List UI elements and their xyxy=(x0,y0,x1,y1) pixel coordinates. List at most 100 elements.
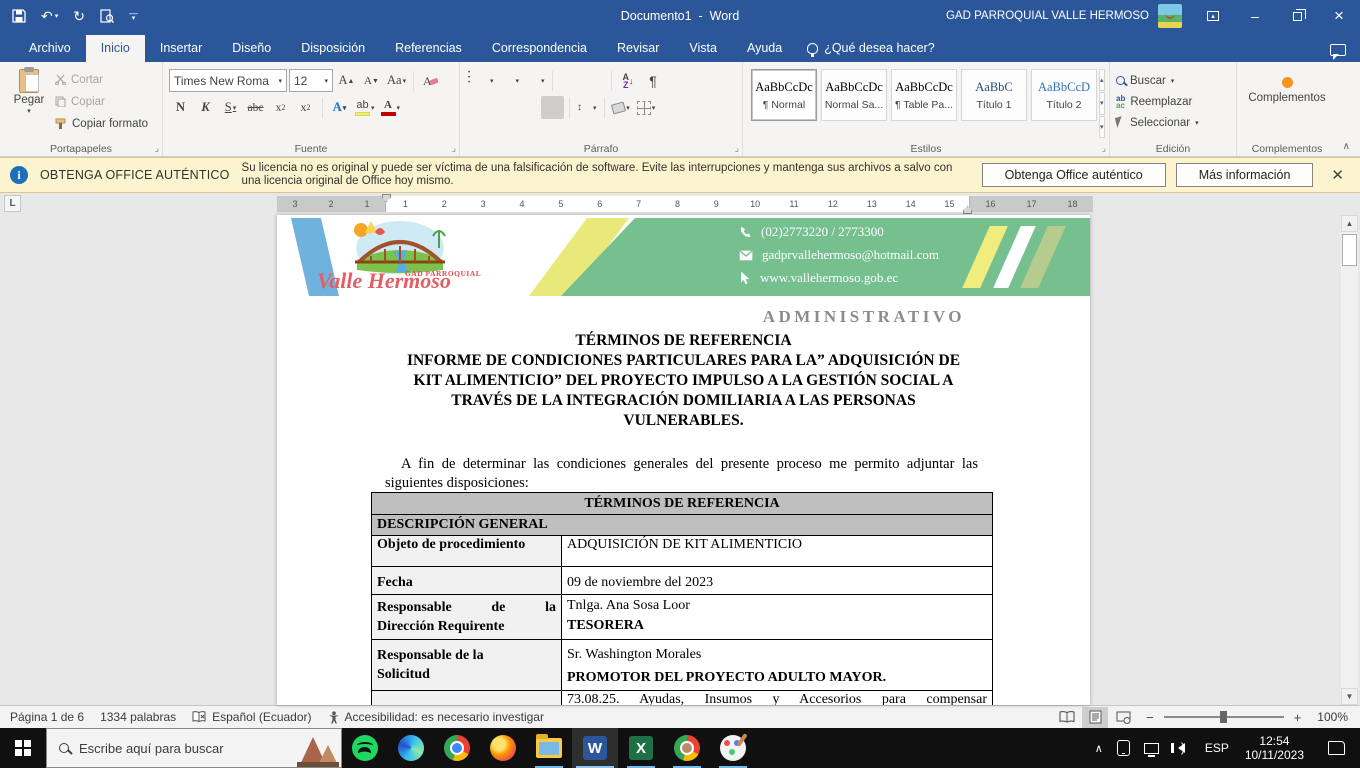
table-label-cell[interactable]: Objeto de procedimiento xyxy=(372,536,562,566)
page-indicator[interactable]: Página 1 de 6 xyxy=(2,710,92,724)
table-subheader-cell[interactable]: DESCRIPCIÓN GENERAL xyxy=(372,515,992,535)
grow-font-icon[interactable]: A▲ xyxy=(335,69,358,92)
bullets-icon[interactable] xyxy=(466,69,496,92)
print-preview-icon[interactable] xyxy=(100,9,114,23)
collapse-ribbon-icon[interactable]: ∧ xyxy=(1343,141,1350,152)
taskbar-app-firefox[interactable] xyxy=(480,728,526,768)
table-value-cell[interactable]: 09 de noviembre del 2023 xyxy=(562,567,992,594)
increase-indent-icon[interactable] xyxy=(583,69,606,92)
table-label-cell[interactable]: Fecha xyxy=(372,567,562,594)
format-painter-button[interactable]: Copiar formato xyxy=(52,113,151,134)
align-center-icon[interactable] xyxy=(491,96,514,119)
feedback-icon[interactable] xyxy=(1330,44,1346,56)
font-size-select[interactable]: 12▾ xyxy=(289,69,333,92)
replace-button[interactable]: abac Reemplazar xyxy=(1116,91,1230,112)
style-item-3[interactable]: AaBbCcDc¶ Table Pa... xyxy=(891,69,957,121)
line-spacing-icon[interactable]: ↕ xyxy=(575,96,599,119)
account-name[interactable]: GAD PARROQUIAL VALLE HERMOSO xyxy=(946,10,1149,22)
decrease-indent-icon[interactable] xyxy=(558,69,581,92)
account-avatar[interactable] xyxy=(1158,4,1182,28)
select-button[interactable]: Seleccionar▾ xyxy=(1116,112,1230,133)
find-button[interactable]: Buscar▾ xyxy=(1116,70,1230,91)
show-marks-icon[interactable]: ¶ xyxy=(642,69,665,92)
style-item-2[interactable]: AaBbCcDcNormal Sa... xyxy=(821,69,887,121)
superscript-button[interactable]: x2 xyxy=(294,96,317,119)
table-value-cell[interactable]: Sr. Washington MoralesPROMOTOR DEL PROYE… xyxy=(562,640,992,690)
justify-icon[interactable] xyxy=(541,96,564,119)
align-left-icon[interactable] xyxy=(466,96,489,119)
document-page[interactable]: (02)2773220 / 2773300 gadprvallehermoso@… xyxy=(277,215,1090,705)
highlight-color-icon[interactable]: ab xyxy=(353,96,377,119)
italic-button[interactable]: K xyxy=(194,96,217,119)
action-center-icon[interactable] xyxy=(1313,728,1360,768)
style-item-4[interactable]: AaBbCTítulo 1 xyxy=(961,69,1027,121)
tab-inicio[interactable]: Inicio xyxy=(86,35,145,62)
tab-insertar[interactable]: Insertar xyxy=(145,35,217,62)
undo-dropdown-icon[interactable]: ▾ xyxy=(55,12,59,20)
shading-icon[interactable] xyxy=(610,96,633,119)
strikethrough-button[interactable]: abc xyxy=(244,96,267,119)
vertical-scrollbar[interactable]: ▲ ▼ xyxy=(1341,215,1358,705)
close-button[interactable]: × xyxy=(1318,0,1360,32)
change-case-icon[interactable]: Aa xyxy=(385,69,408,92)
customize-qat-icon[interactable]: —▾ xyxy=(129,11,138,21)
clock[interactable]: 12:54 10/11/2023 xyxy=(1236,734,1313,762)
style-item-1[interactable]: AaBbCcDc¶ Normal xyxy=(751,69,817,121)
table-header-cell[interactable]: TÉRMINOS DE REFERENCIA xyxy=(372,493,992,514)
intro-paragraph[interactable]: A fin de determinar las condiciones gene… xyxy=(385,455,978,493)
scroll-down-icon[interactable]: ▼ xyxy=(1341,688,1358,705)
numbering-icon[interactable] xyxy=(498,69,522,92)
table-label-cell[interactable]: Partida Presupuestaria xyxy=(372,691,562,705)
taskbar-app-chrome[interactable] xyxy=(434,728,480,768)
taskbar-app-chrome-profile[interactable] xyxy=(664,728,710,768)
zoom-slider[interactable] xyxy=(1164,716,1284,718)
subscript-button[interactable]: x2 xyxy=(269,96,292,119)
zoom-in-icon[interactable]: + xyxy=(1286,710,1310,725)
font-color-icon[interactable]: A xyxy=(379,96,403,119)
document-title[interactable]: TÉRMINOS DE REFERENCIAINFORME DE CONDICI… xyxy=(357,331,1010,431)
taskbar-app-word[interactable]: W xyxy=(572,728,618,768)
taskbar-app-edge[interactable] xyxy=(388,728,434,768)
tab-vista[interactable]: Vista xyxy=(674,35,732,62)
paragraph-dialog-launcher-icon[interactable]: ⌟ xyxy=(735,143,739,154)
zoom-percentage[interactable]: 100% xyxy=(1311,710,1358,724)
tab-revisar[interactable]: Revisar xyxy=(602,35,674,62)
clear-formatting-icon[interactable]: A xyxy=(419,69,442,92)
zoom-out-icon[interactable]: − xyxy=(1138,710,1162,725)
copy-button[interactable]: Copiar xyxy=(52,91,151,112)
cut-button[interactable]: Cortar xyxy=(52,69,151,90)
tab-diseño[interactable]: Diseño xyxy=(217,35,286,62)
taskbar-app-file-explorer[interactable] xyxy=(526,728,572,768)
table-subheader-row[interactable]: DESCRIPCIÓN GENERAL xyxy=(372,515,992,536)
table-label-cell[interactable]: Responsable de laSolicitud xyxy=(372,640,562,690)
print-layout-icon[interactable] xyxy=(1082,707,1108,728)
sort-icon[interactable]: AZ↓ xyxy=(617,69,640,92)
zoom-slider-thumb[interactable] xyxy=(1220,711,1227,723)
styles-scroll-down-icon[interactable]: ▾ xyxy=(1099,92,1105,114)
style-item-5[interactable]: AaBbCcDTítulo 2 xyxy=(1031,69,1097,121)
multilevel-list-icon[interactable] xyxy=(523,69,547,92)
read-mode-icon[interactable] xyxy=(1054,707,1080,728)
font-family-select[interactable]: Times New Roma▾ xyxy=(169,69,287,92)
shrink-font-icon[interactable]: A▼ xyxy=(360,69,383,92)
tray-expand-icon[interactable]: ∧ xyxy=(1088,728,1110,768)
scrollbar-thumb[interactable] xyxy=(1342,234,1357,266)
align-right-icon[interactable] xyxy=(516,96,539,119)
clipboard-dialog-launcher-icon[interactable]: ⌟ xyxy=(155,143,159,154)
volume-icon[interactable] xyxy=(1166,728,1198,768)
language-indicator[interactable]: ESP xyxy=(1198,728,1236,768)
search-highlight-image[interactable] xyxy=(297,733,339,767)
network-icon[interactable] xyxy=(1137,728,1166,768)
save-icon[interactable] xyxy=(12,9,26,23)
web-layout-icon[interactable] xyxy=(1110,707,1136,728)
styles-dialog-launcher-icon[interactable]: ⌟ xyxy=(1102,143,1106,154)
table-header-row[interactable]: TÉRMINOS DE REFERENCIA xyxy=(372,493,992,515)
accessibility-status[interactable]: Accesibilidad: es necesario investigar xyxy=(320,710,552,724)
restore-button[interactable] xyxy=(1276,0,1318,32)
taskbar-app-spotify[interactable] xyxy=(342,728,388,768)
undo-icon[interactable]: ↶▾ xyxy=(41,8,58,25)
tab-ayuda[interactable]: Ayuda xyxy=(732,35,797,62)
tab-disposición[interactable]: Disposición xyxy=(286,35,380,62)
learn-more-button[interactable]: Más información xyxy=(1176,163,1314,187)
tab-archivo[interactable]: Archivo xyxy=(14,35,86,62)
